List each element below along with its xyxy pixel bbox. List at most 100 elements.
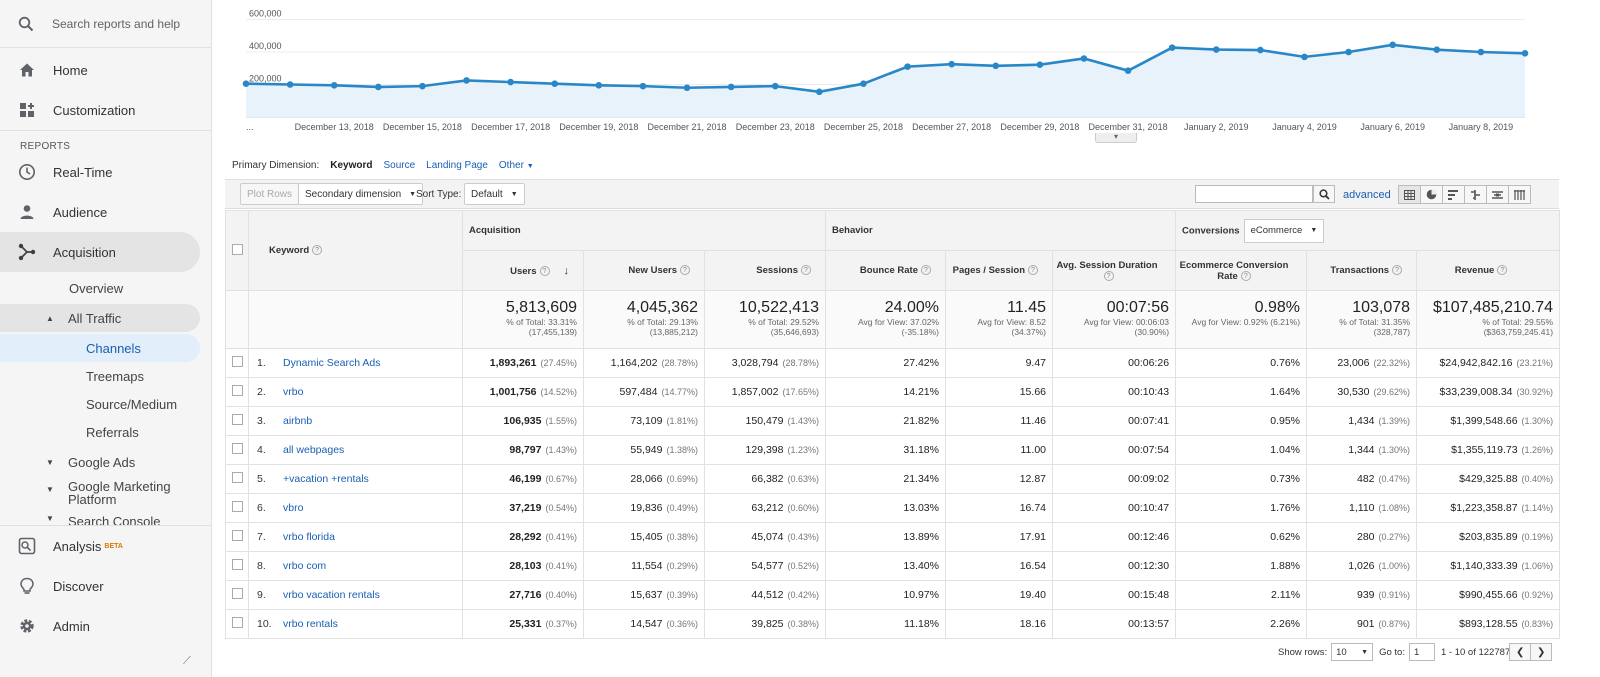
bounce-rate-cell: 21.34% xyxy=(825,464,946,494)
totals-value: 10,522,413 xyxy=(738,299,819,316)
col-bounce-rate[interactable]: Bounce Rate? xyxy=(825,250,946,291)
keyword-link[interactable]: vrbo florida xyxy=(283,531,335,543)
row-checkbox[interactable] xyxy=(231,559,243,570)
revenue-value: $203,835.89 xyxy=(1459,531,1518,543)
conversions-goal-dropdown[interactable]: eCommerce ▼ xyxy=(1243,218,1325,243)
goto-input[interactable]: 1 xyxy=(1408,643,1435,661)
row-number: 6. xyxy=(257,502,266,514)
col-users[interactable]: Users? ↓ xyxy=(462,250,584,291)
nav-overview[interactable]: Overview xyxy=(0,274,211,302)
row-checkbox[interactable] xyxy=(231,385,243,396)
table-search-input[interactable] xyxy=(1195,185,1313,203)
col-revenue[interactable]: Revenue? xyxy=(1416,250,1561,291)
row-checkbox[interactable] xyxy=(231,414,243,425)
advanced-filter-link[interactable]: advanced xyxy=(1343,189,1391,201)
nav-referrals[interactable]: Referrals xyxy=(0,418,211,446)
row-checkbox[interactable] xyxy=(231,356,243,367)
chart-expand-handle[interactable]: ▾ xyxy=(1095,133,1137,143)
help-icon[interactable]: ? xyxy=(312,245,323,255)
primary-dimension-keyword[interactable]: Keyword xyxy=(330,160,372,171)
table-search-button[interactable] xyxy=(1313,185,1335,203)
nav-analysis[interactable]: Analysis BETA xyxy=(0,526,211,566)
keyword-link[interactable]: vrbo vacation rentals xyxy=(283,589,380,601)
nav-audience[interactable]: Audience xyxy=(0,192,211,232)
users-pct: (0.54%) xyxy=(545,503,577,513)
pages-per-session-cell: 15.66 xyxy=(945,377,1053,407)
totals-base: (30.90%) xyxy=(1134,327,1170,337)
row-checkbox[interactable] xyxy=(231,443,243,454)
help-icon[interactable]: ? xyxy=(539,265,550,276)
pivot-view-icon[interactable] xyxy=(1508,185,1531,204)
totals-share: % of Total: 31.35% xyxy=(1339,317,1411,327)
keyword-link[interactable]: +vacation +rentals xyxy=(283,473,369,485)
plot-rows-button[interactable]: Plot Rows xyxy=(240,183,300,205)
nav-customization[interactable]: Customization xyxy=(0,90,211,130)
help-icon[interactable]: ? xyxy=(1392,265,1403,275)
help-icon[interactable]: ? xyxy=(680,265,690,275)
help-icon[interactable]: ? xyxy=(801,265,811,275)
nav-treemaps[interactable]: Treemaps xyxy=(0,362,211,390)
primary-dimension-other[interactable]: Other ▼ xyxy=(499,160,534,171)
comparison-view-icon[interactable] xyxy=(1464,185,1487,204)
keyword-header[interactable]: Keyword? xyxy=(248,210,463,291)
keyword-link[interactable]: all webpages xyxy=(283,444,344,456)
table-view-icon[interactable] xyxy=(1398,185,1421,204)
bar-view-icon[interactable] xyxy=(1442,185,1465,204)
revenue-pct: (0.19%) xyxy=(1521,532,1554,542)
term-cloud-view-icon[interactable] xyxy=(1486,185,1509,204)
col-pages-per-session[interactable]: Pages / Session? xyxy=(945,250,1053,291)
help-icon[interactable]: ? xyxy=(1497,265,1508,275)
col-new-users[interactable]: New Users? xyxy=(583,250,705,291)
nav-all-traffic[interactable]: ▲ All Traffic xyxy=(0,304,200,332)
col-avg-session-duration[interactable]: Avg. Session Duration? xyxy=(1051,250,1177,291)
nav-home[interactable]: Home xyxy=(0,50,211,90)
new-users-cell: 597,484 (14.77%) xyxy=(583,377,705,407)
keyword-link[interactable]: vrbo com xyxy=(283,560,326,572)
keyword-link[interactable]: Dynamic Search Ads xyxy=(283,357,380,369)
sidebar-search[interactable]: Search reports and help xyxy=(0,0,211,48)
nav-discover[interactable]: Discover xyxy=(0,566,211,606)
new-users-value: 1,164,202 xyxy=(610,357,658,369)
nav-admin[interactable]: Admin xyxy=(0,606,211,646)
help-icon[interactable]: ? xyxy=(921,265,931,275)
show-rows-select[interactable]: 10 ▼ xyxy=(1331,643,1374,661)
nav-google-marketing-platform[interactable]: ▼ Google Marketing Platform xyxy=(0,476,211,512)
table-row: 9. vrbo vacation rentals 27,716 (0.40%) 15,6… xyxy=(225,580,1561,610)
nav-acquisition[interactable]: Acquisition xyxy=(0,232,200,272)
keyword-link[interactable]: airbnb xyxy=(283,415,312,427)
keyword-link[interactable]: vrbo rentals xyxy=(283,618,338,630)
row-checkbox[interactable] xyxy=(231,501,243,512)
col-ecommerce-conversion-rate[interactable]: Ecommerce Conversion Rate? xyxy=(1175,250,1308,291)
keyword-link[interactable]: vrbo xyxy=(283,386,303,398)
users-value: 46,199 xyxy=(509,473,542,485)
collapse-sidebar-icon[interactable]: ⟋ xyxy=(183,655,191,668)
primary-dimension-source[interactable]: Source xyxy=(383,160,415,171)
primary-dimension-landing-page[interactable]: Landing Page xyxy=(426,160,488,171)
data-point xyxy=(683,84,691,92)
row-checkbox[interactable] xyxy=(231,530,243,541)
row-checkbox[interactable] xyxy=(231,617,243,628)
prev-page-button[interactable]: ❮ xyxy=(1509,643,1532,661)
next-page-button[interactable]: ❯ xyxy=(1530,643,1553,661)
sort-type-dropdown[interactable]: Default ▼ xyxy=(464,183,525,205)
keyword-link[interactable]: vbro xyxy=(283,502,303,514)
keyword-cell: 8. vrbo com xyxy=(248,551,463,581)
pie-view-icon[interactable] xyxy=(1420,185,1443,204)
col-transactions[interactable]: Transactions? xyxy=(1306,250,1418,291)
nav-source-medium[interactable]: Source/Medium xyxy=(0,390,211,418)
nav-channels[interactable]: Channels xyxy=(0,334,200,362)
nav-realtime[interactable]: Real-Time xyxy=(0,152,211,192)
row-checkbox[interactable] xyxy=(231,472,243,483)
secondary-dimension-dropdown[interactable]: Secondary dimension ▼ xyxy=(298,183,424,205)
x-tick-label: December 23, 2018 xyxy=(736,122,815,132)
row-checkbox[interactable] xyxy=(231,588,243,599)
select-all-checkbox[interactable] xyxy=(231,243,243,255)
help-icon[interactable]: ? xyxy=(1240,270,1251,281)
nav-google-ads[interactable]: ▼ Google Ads xyxy=(0,448,211,476)
col-sessions[interactable]: Sessions? xyxy=(704,250,826,291)
totals-value: 5,813,609 xyxy=(505,299,577,316)
transactions-pct: (29.62%) xyxy=(1373,387,1411,397)
help-icon[interactable]: ? xyxy=(1028,265,1038,275)
help-icon[interactable]: ? xyxy=(1103,270,1114,281)
revenue-pct: (1.26%) xyxy=(1521,445,1554,455)
